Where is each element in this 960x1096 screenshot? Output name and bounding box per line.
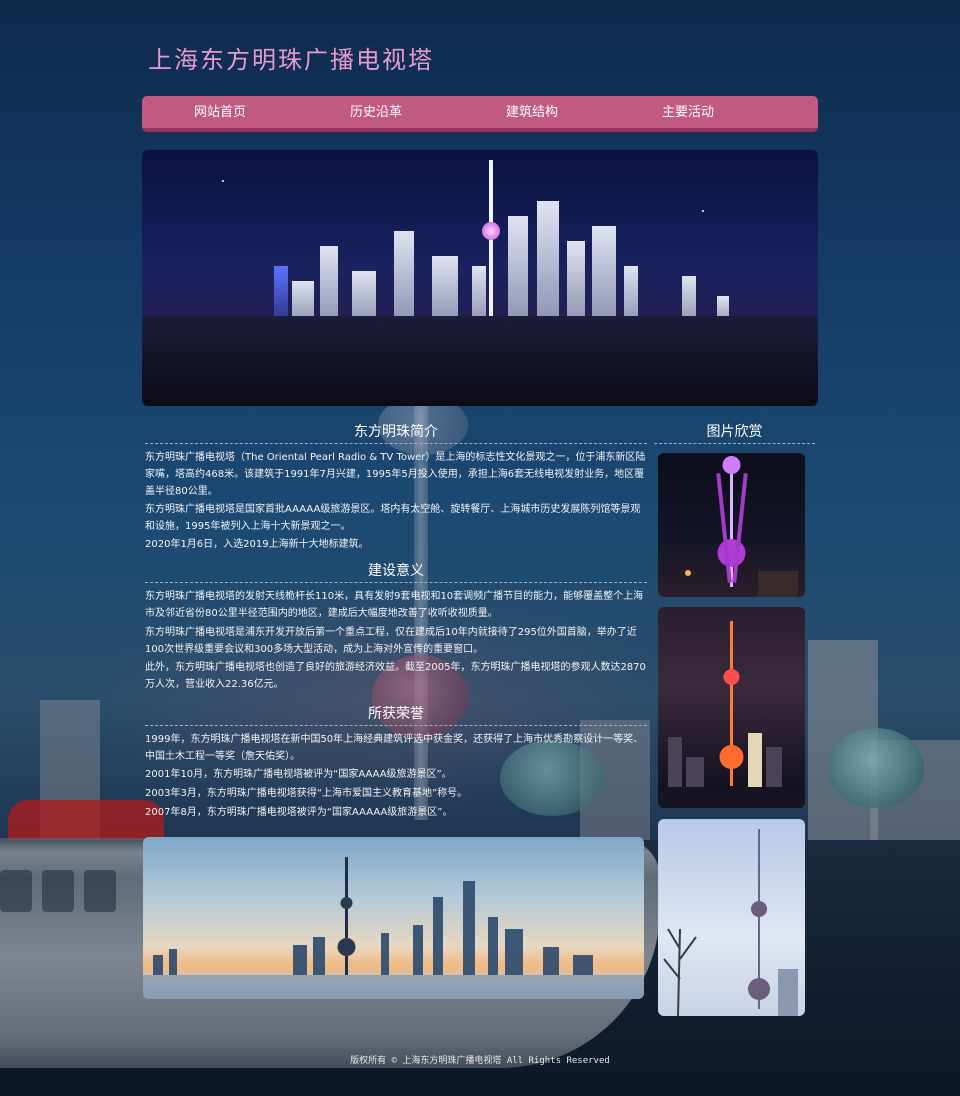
building: [592, 226, 616, 326]
tower-sphere: [482, 222, 500, 240]
tower-night-drawing: [685, 456, 798, 597]
tower: [489, 160, 493, 330]
skyline-drawing: [143, 857, 644, 999]
gallery-image-tower-lit[interactable]: [658, 607, 805, 808]
building: [567, 241, 585, 326]
honors-title: 所获荣誉: [145, 703, 647, 726]
star: [702, 210, 704, 212]
building: [320, 246, 338, 326]
building: [508, 216, 528, 326]
honors-paragraph: 1999年，东方明珠广播电视塔在新中国50年上海经典建筑评选中获金奖，还获得了上…: [145, 734, 644, 762]
honors-paragraph: 2001年10月，东方明珠广播电视塔被评为“国家AAAA级旅游景区”。: [145, 769, 452, 780]
significance-paragraph: 东方明珠广播电视塔是浦东开发开放后第一个重点工程，仅在建成后10年内就接待了29…: [145, 627, 637, 655]
river: [142, 316, 818, 406]
main-nav: 网站首页 历史沿革 建筑结构 主要活动: [142, 96, 818, 132]
skyline-panorama-image: [143, 837, 644, 999]
significance-title: 建设意义: [145, 560, 647, 583]
gallery-title: 图片欣赏: [654, 421, 815, 444]
nav-item-activities[interactable]: 主要活动: [610, 96, 766, 128]
footer-copyright: 版权所有 © 上海东方明珠广播电视塔 All Rights Reserved: [350, 1056, 610, 1066]
honors-paragraph: 2007年8月，东方明珠广播电视塔被评为“国家AAAAA级旅游景区”。: [145, 807, 453, 818]
nav-item-structure[interactable]: 建筑结构: [454, 96, 610, 128]
nav-item-history[interactable]: 历史沿革: [298, 96, 454, 128]
honors-paragraph: 2003年3月，东方明珠广播电视塔获得“上海市爱国主义教育基地”称号。: [145, 788, 468, 799]
site-title: 上海东方明珠广播电视塔: [148, 46, 434, 74]
page: 上海东方明珠广播电视塔 网站首页 历史沿革 建筑结构 主要活动 东方明珠简介 东…: [0, 0, 960, 1096]
star: [222, 180, 224, 182]
banner-image: [142, 150, 818, 406]
tower-day-drawing: [663, 829, 798, 1016]
intro-paragraph: 东方明珠广播电视塔是国家首批AAAAA级旅游景区。塔内有太空舱、旋转餐厅、上海城…: [145, 504, 641, 532]
gallery-image-tower-day[interactable]: [658, 819, 805, 1016]
significance-paragraph: 东方明珠广播电视塔的发射天线桅杆长110米，具有发射9套电视和10套调频广播节目…: [145, 591, 644, 619]
building: [537, 201, 559, 326]
gallery-image-tower-night[interactable]: [658, 453, 805, 597]
building: [394, 231, 414, 326]
intro-title: 东方明珠简介: [145, 421, 647, 444]
significance-paragraph: 此外，东方明珠广播电视塔也创造了良好的旅游经济效益。截至2005年，东方明珠广播…: [145, 662, 646, 690]
intro-paragraph: 2020年1月6日，入选2019上海新十大地标建筑。: [145, 539, 369, 550]
tower-lit-drawing: [658, 621, 805, 808]
intro-paragraph: 东方明珠广播电视塔（The Oriental Pearl Radio & TV …: [145, 452, 646, 497]
nav-item-home[interactable]: 网站首页: [142, 96, 298, 128]
